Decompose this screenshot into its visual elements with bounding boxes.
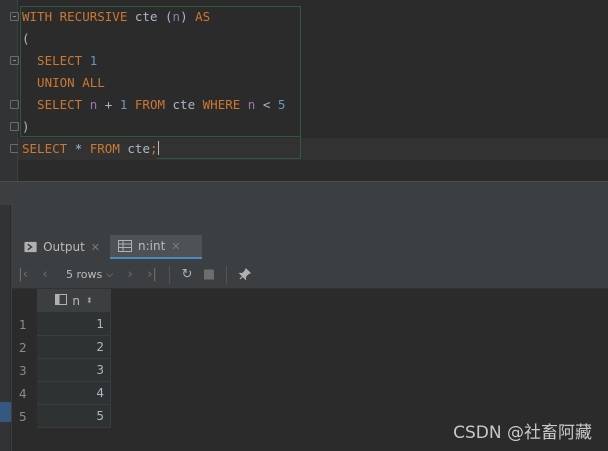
result-tabs: Output ✕ n:int ✕ [12, 235, 608, 259]
code-token: FROM [127, 97, 173, 112]
tab-label: Output [43, 240, 85, 254]
watermark-text: CSDN @社畜阿藏 [453, 423, 592, 443]
tab-label: n:int [138, 239, 166, 253]
last-page-icon[interactable]: ›| [141, 264, 163, 286]
table-cell[interactable]: 1 [37, 313, 111, 336]
code-token: SELECT [22, 141, 75, 156]
code-token: WITH RECURSIVE [22, 9, 135, 24]
sql-editor[interactable]: WITH RECURSIVE cte (n) AS( SELECT 1 UNIO… [0, 0, 608, 181]
code-line[interactable]: SELECT n + 1 FROM cte WHERE n < 5 [22, 94, 285, 116]
prev-page-icon[interactable]: ‹ [34, 264, 56, 286]
table-cell[interactable]: 3 [37, 359, 111, 382]
row-number[interactable]: 3 [12, 359, 37, 382]
column-name: n [72, 293, 80, 308]
fold-icon[interactable] [10, 12, 19, 21]
tab-result[interactable]: n:int ✕ [110, 235, 202, 259]
row-number[interactable]: 1 [12, 313, 37, 336]
code-token: + [97, 97, 120, 112]
fold-icon[interactable] [10, 56, 19, 65]
fold-end-icon[interactable] [10, 100, 19, 109]
fold-end-icon[interactable] [10, 122, 19, 131]
console-icon [24, 241, 37, 253]
close-icon[interactable]: ✕ [171, 240, 180, 253]
pin-icon[interactable] [233, 264, 255, 286]
code-token: WHERE [202, 97, 248, 112]
code-line[interactable]: WITH RECURSIVE cte (n) AS [22, 6, 285, 28]
stop-icon[interactable]: ■ [198, 264, 220, 286]
column-icon [55, 293, 68, 308]
row-number[interactable]: 2 [12, 336, 37, 359]
code-token: ( [22, 31, 30, 46]
text-caret [157, 141, 159, 155]
code-token: SELECT [22, 53, 90, 68]
code-token: ( [165, 9, 173, 24]
editor-gutter [0, 0, 19, 181]
code-token: 1 [89, 53, 98, 68]
code-token: n [172, 9, 181, 24]
sort-icon[interactable]: ⬍ [86, 296, 93, 305]
row-number[interactable]: 5 [12, 405, 37, 428]
close-icon[interactable]: ✕ [91, 241, 100, 254]
result-toolbar: |‹ ‹ 5 rows ⌵ › ›| ↻ ■ [12, 261, 608, 289]
next-page-icon[interactable]: › [119, 264, 141, 286]
chevron-down-icon: ⌵ [106, 269, 114, 280]
code-token: cte [127, 141, 150, 156]
code-token: 5 [277, 97, 286, 112]
code-token: AS [195, 9, 211, 24]
refresh-icon[interactable]: ↻ [176, 264, 198, 286]
column-header-n[interactable]: n ⬍ [37, 289, 111, 313]
code-line[interactable]: ) [22, 116, 285, 138]
table-icon [118, 240, 132, 252]
rows-selector[interactable]: 5 rows ⌵ [66, 268, 113, 281]
code-line[interactable]: SELECT 1 [22, 50, 285, 72]
code-token: FROM [89, 141, 128, 156]
code-token: ; [149, 141, 158, 156]
code-token: ) [180, 9, 196, 24]
first-page-icon[interactable]: |‹ [12, 264, 34, 286]
table-cell[interactable]: 2 [37, 336, 111, 359]
code-line[interactable]: ( [22, 28, 285, 50]
tab-output[interactable]: Output ✕ [16, 235, 108, 259]
rows-label: 5 rows [66, 268, 103, 281]
row-selection-marker [0, 402, 11, 422]
services-panel: Output ✕ n:int ✕ |‹ ‹ 5 rows ⌵ › ›| ↻ ■ [0, 205, 608, 451]
code-token: * [74, 141, 90, 156]
table-cell[interactable]: 5 [37, 405, 111, 428]
panel-divider[interactable] [0, 181, 608, 205]
toolbar-separator [169, 265, 171, 284]
code-token: UNION ALL [22, 75, 105, 90]
code-line[interactable]: SELECT * FROM cte; [22, 138, 285, 160]
toolbar-separator [226, 265, 228, 284]
row-number[interactable]: 4 [12, 382, 37, 405]
code-token: cte [172, 97, 203, 112]
table-cell[interactable]: 4 [37, 382, 111, 405]
code-token: < [255, 97, 278, 112]
code-area[interactable]: WITH RECURSIVE cte (n) AS( SELECT 1 UNIO… [22, 6, 285, 160]
code-token: cte [134, 9, 165, 24]
code-token: SELECT [22, 97, 90, 112]
code-line[interactable]: UNION ALL [22, 72, 285, 94]
code-token: ) [22, 119, 30, 134]
